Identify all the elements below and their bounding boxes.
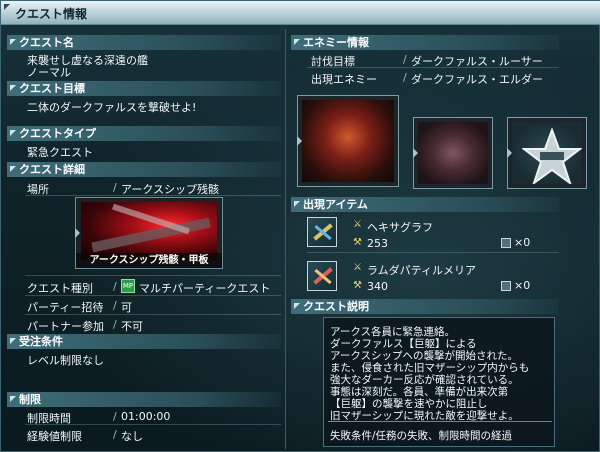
area-caption: アークスシップ残骸・甲板 [76, 253, 222, 268]
separator: / [113, 410, 117, 423]
star-badge-icon [522, 128, 582, 184]
window-title: クエスト情報 [15, 7, 88, 21]
section-mark-icon [10, 396, 16, 402]
party-invite-value: 可 [121, 301, 132, 314]
separator: / [113, 318, 117, 331]
item-count: ×0 [514, 236, 531, 249]
twin-sword-icon[interactable] [307, 261, 337, 291]
ship-hull [91, 217, 211, 253]
appear-label: 出現エネミー [311, 73, 377, 86]
section-enemy-info: エネミー情報 [291, 35, 559, 50]
enemy-image [302, 100, 394, 182]
box-icon [501, 281, 511, 291]
enemy-image [512, 122, 582, 184]
section-mark-icon [10, 166, 16, 172]
section-quest-goal: クエスト目標 [7, 81, 281, 96]
section-description: クエスト説明 [291, 299, 559, 314]
quest-difficulty: ノーマル [27, 66, 71, 79]
area-thumbnail[interactable]: アークスシップ残骸・甲板 [75, 197, 223, 269]
item-attack: 253 [367, 237, 388, 250]
sword-icon: ⚔ [353, 262, 362, 273]
row-divider [25, 424, 281, 425]
separator: / [403, 53, 407, 66]
quest-kind-label: クエスト種別 [27, 282, 93, 295]
section-quest-detail: クエスト詳細 [7, 162, 281, 177]
section-limits: 制限 [7, 392, 281, 407]
multi-party-icon: MP [121, 279, 135, 293]
item-attack: 340 [367, 280, 388, 293]
enemy-portrait-elder[interactable] [413, 117, 493, 189]
section-mark-icon [294, 303, 300, 309]
area-image [81, 202, 217, 260]
separator: / [113, 181, 117, 194]
enemy-image [418, 122, 488, 184]
attack-icon: ⚒ [353, 280, 362, 291]
item-name[interactable]: ヘキサグラフ [367, 219, 433, 235]
section-mark-icon [294, 39, 300, 45]
row-divider [307, 252, 559, 253]
title-bar: クエスト情報 [1, 1, 600, 25]
item-count: ×0 [514, 279, 531, 292]
party-invite-label: パーティー招待 [27, 301, 104, 314]
row-divider [25, 295, 281, 296]
section-mark-icon [294, 201, 300, 207]
section-items: 出現アイテム [291, 197, 559, 212]
partner-value: 不可 [121, 320, 143, 333]
row-divider [25, 314, 281, 315]
appear-value: ダークファルス・エルダー [411, 73, 543, 86]
enemy-portrait-luther[interactable] [297, 95, 399, 187]
row-divider [25, 195, 281, 196]
corner-mark-icon [4, 4, 10, 10]
item-name[interactable]: ラムダパティルメリア [367, 262, 476, 278]
enemy-portrait-badge[interactable] [507, 117, 587, 189]
separator: / [113, 428, 117, 441]
quest-info-window: クエスト情報 クエスト名 来襲せし虚なる深遠の艦 ノーマル クエスト目標 二体の… [0, 0, 600, 452]
partner-label: パートナー参加 [27, 320, 104, 333]
conditions-text: レベル制限なし [27, 354, 104, 367]
description-box: アークス各員に緊急連絡。 ダークファルス【巨躯】による アークスシップへの襲撃が… [323, 317, 555, 447]
arrow-right-icon [75, 228, 80, 238]
section-mark-icon [10, 39, 16, 45]
section-conditions: 受注条件 [7, 334, 281, 349]
fail-condition: 失敗条件/任務の失敗、制限時間の経過 [330, 430, 513, 442]
separator: / [113, 280, 117, 293]
description-separator [328, 421, 552, 422]
quest-type-text: 緊急クエスト [27, 146, 93, 159]
dual-blade-icon[interactable] [307, 217, 337, 247]
quest-goal-text: 二体のダークファルスを撃破せよ! [27, 101, 197, 114]
row-divider [307, 67, 559, 68]
column-divider [285, 29, 286, 449]
section-mark-icon [10, 130, 16, 136]
quest-kind-value: マルチパーティークエスト [139, 282, 271, 295]
row-divider [25, 275, 281, 276]
time-limit-value: 01:00:00 [121, 410, 171, 423]
box-icon [501, 238, 511, 248]
sword-icon: ⚔ [353, 219, 362, 230]
exp-limit-label: 経験値制限 [27, 430, 82, 443]
attack-icon: ⚒ [353, 237, 362, 248]
exp-limit-value: なし [121, 430, 143, 443]
separator: / [403, 71, 407, 84]
separator: / [113, 299, 117, 312]
section-quest-type: クエストタイプ [7, 126, 281, 141]
section-mark-icon [10, 338, 16, 344]
section-quest-name: クエスト名 [7, 35, 281, 50]
section-mark-icon [10, 85, 16, 91]
